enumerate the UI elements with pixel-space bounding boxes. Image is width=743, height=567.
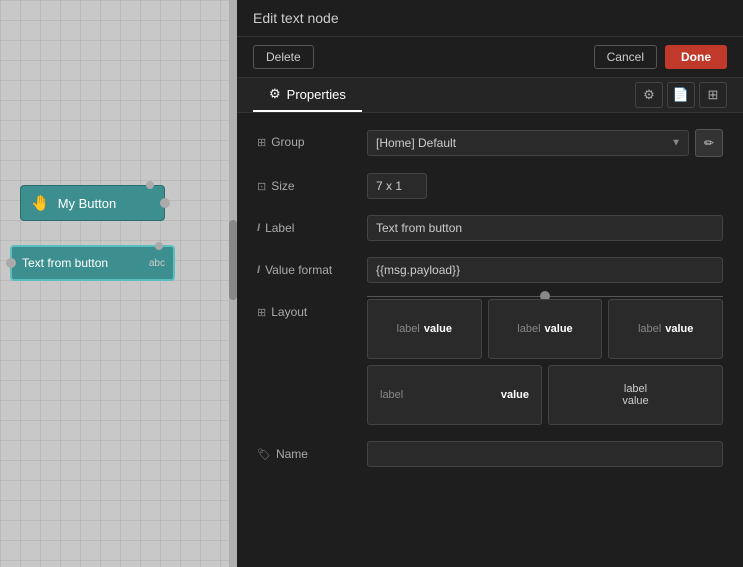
- group-edit-button[interactable]: ✏: [695, 129, 723, 157]
- node-text-badge: abc: [149, 258, 165, 269]
- node-button[interactable]: 🤚 My Button: [20, 185, 165, 221]
- label-input[interactable]: [367, 215, 723, 241]
- tab-properties[interactable]: ⚙ Properties: [253, 78, 362, 112]
- node-button-dot-right: [160, 198, 170, 208]
- layout-row-2: label value label value: [367, 365, 723, 425]
- done-button[interactable]: Done: [665, 45, 727, 69]
- group-label: ⊞ Group: [257, 129, 367, 149]
- tab-icons: ⚙ 📄 ⊞: [635, 82, 727, 108]
- toolbar-right: Cancel Done: [594, 45, 727, 69]
- tab-icon-gear[interactable]: ⚙: [635, 82, 663, 108]
- form-row-label: I Label: [257, 215, 723, 241]
- node-text-dot-left: [6, 258, 16, 268]
- group-select[interactable]: [Home] Default[Home] Other: [367, 130, 689, 156]
- form-row-name: 🏷 Name: [257, 441, 723, 467]
- layout-icon: ⊞: [257, 306, 266, 319]
- canvas-scrollbar-thumb[interactable]: [229, 220, 237, 300]
- layout-label: ⊞ Layout: [257, 299, 367, 319]
- tab-icon-grid[interactable]: ⊞: [699, 82, 727, 108]
- layout-3-value: value: [665, 323, 693, 335]
- size-display: 7 x 1: [367, 173, 427, 199]
- layout-4-label: label: [380, 389, 403, 401]
- group-control: [Home] Default[Home] Other ▼ ✏: [367, 129, 723, 157]
- delete-button[interactable]: Delete: [253, 45, 314, 69]
- layout-options: label value label value label value: [367, 299, 723, 359]
- gear-icon: ⚙: [269, 86, 281, 102]
- canvas-panel: 🤚 My Button Text from button abc: [0, 0, 237, 567]
- panel-tabs: ⚙ Properties ⚙ 📄 ⊞: [237, 78, 743, 113]
- layout-2-label: label: [517, 323, 540, 335]
- layout-option-2[interactable]: label value: [488, 299, 603, 359]
- edit-panel: Edit text node Delete Cancel Done ⚙ Prop…: [237, 0, 743, 567]
- cancel-button[interactable]: Cancel: [594, 45, 657, 69]
- layout-1-value: value: [424, 323, 452, 335]
- size-control: 7 x 1: [367, 173, 723, 199]
- layout-3-label: label: [638, 323, 661, 335]
- layout-option-4[interactable]: label value: [367, 365, 542, 425]
- panel-form: ⊞ Group [Home] Default[Home] Other ▼ ✏ ⊡…: [237, 113, 743, 567]
- canvas-scrollbar[interactable]: [229, 0, 237, 567]
- layout-control: label value label value label value labe…: [367, 299, 723, 425]
- layout-option-5[interactable]: label value: [548, 365, 723, 425]
- value-format-label: I Value format: [257, 257, 367, 277]
- value-format-icon: I: [257, 264, 260, 276]
- tab-properties-label: Properties: [287, 87, 346, 102]
- value-format-control: [367, 257, 723, 283]
- name-label: 🏷 Name: [257, 441, 367, 461]
- group-icon: ⊞: [257, 136, 266, 149]
- node-text-dot-top: [155, 242, 163, 250]
- group-select-wrapper: [Home] Default[Home] Other ▼: [367, 130, 689, 156]
- label-control: [367, 215, 723, 241]
- layout-1-label: label: [397, 323, 420, 335]
- label-label: I Label: [257, 215, 367, 235]
- name-input[interactable]: [367, 441, 723, 467]
- layout-4-value: value: [501, 389, 529, 401]
- form-row-size: ⊡ Size 7 x 1: [257, 173, 723, 199]
- group-input-group: [Home] Default[Home] Other ▼ ✏: [367, 129, 723, 157]
- tab-icon-doc[interactable]: 📄: [667, 82, 695, 108]
- form-row-layout: ⊞ Layout label value label value lab: [257, 299, 723, 425]
- button-icon: 🤚: [31, 194, 50, 212]
- name-icon: 🏷: [257, 448, 271, 461]
- layout-option-1[interactable]: label value: [367, 299, 482, 359]
- node-button-label: My Button: [58, 196, 117, 211]
- label-icon: I: [257, 222, 260, 234]
- size-label: ⊡ Size: [257, 173, 367, 193]
- layout-option-3[interactable]: label value: [608, 299, 723, 359]
- node-button-dot-top: [146, 181, 154, 189]
- form-row-value-format: I Value format: [257, 257, 723, 283]
- layout-5-label: label: [624, 383, 647, 395]
- node-text-label: Text from button: [22, 256, 108, 270]
- node-text[interactable]: Text from button abc: [10, 245, 175, 281]
- panel-title-text: Edit text node: [253, 10, 339, 26]
- size-icon: ⊡: [257, 180, 266, 193]
- panel-title: Edit text node: [237, 0, 743, 37]
- form-row-group: ⊞ Group [Home] Default[Home] Other ▼ ✏: [257, 129, 723, 157]
- toolbar-left: Delete: [253, 45, 314, 69]
- panel-toolbar: Delete Cancel Done: [237, 37, 743, 78]
- layout-5-value: value: [622, 395, 648, 407]
- name-control: [367, 441, 723, 467]
- value-format-input[interactable]: [367, 257, 723, 283]
- layout-2-value: value: [545, 323, 573, 335]
